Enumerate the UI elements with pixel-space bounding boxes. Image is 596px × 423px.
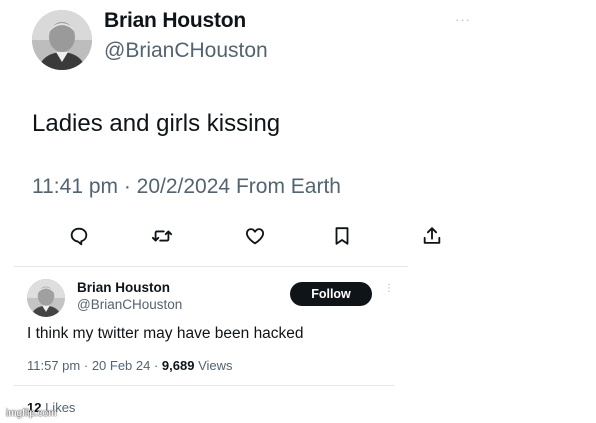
share-icon [423, 227, 441, 244]
bookmark-icon [335, 227, 349, 245]
avatar-photo [32, 10, 92, 70]
author-handle[interactable]: @BrianCHouston [104, 39, 268, 63]
more-options-icon[interactable]: ··· [455, 12, 471, 27]
tweet-source: From Earth [230, 175, 341, 198]
avatar-photo [27, 279, 65, 317]
reply-tweet-time[interactable]: 11:57 pm [27, 358, 80, 373]
reply-tweet-text: I think my twitter may have been hacked [27, 325, 304, 342]
author-name[interactable]: Brian Houston [104, 9, 246, 33]
divider [14, 385, 394, 386]
meta-separator: · [118, 175, 137, 198]
tweet-time[interactable]: 11:41 pm [32, 175, 118, 198]
retweet-button[interactable] [150, 224, 174, 248]
views-label: Views [194, 358, 233, 373]
like-button[interactable] [243, 224, 267, 248]
tweet-date[interactable]: 20/2/2024 [137, 175, 230, 198]
reply-author-avatar[interactable] [27, 279, 65, 317]
reply-author-name[interactable]: Brian Houston [77, 280, 170, 295]
reply-tweet-date[interactable]: 20 Feb 24 [92, 358, 151, 373]
views-count: 9,689 [161, 358, 195, 373]
reply-author-handle[interactable]: @BrianCHouston [77, 297, 182, 312]
retweet-icon [151, 230, 173, 242]
share-button[interactable] [420, 224, 444, 248]
reply-button[interactable] [67, 224, 91, 248]
meta-separator: · [150, 358, 162, 373]
bookmark-button[interactable] [330, 224, 354, 248]
tweet-text: Ladies and girls kissing [32, 110, 281, 137]
reply-icon [70, 227, 88, 246]
divider [14, 266, 408, 267]
reply-tweet-metadata: 11:57 pm · 20 Feb 24 · 9,689 Views [27, 358, 233, 373]
watermark: imgflip.com [6, 408, 57, 419]
tweet-metadata: 11:41 pm · 20/2/2024 From Earth [32, 175, 341, 199]
meta-separator: · [80, 358, 92, 373]
more-options-icon[interactable]: ⋮ [384, 284, 394, 294]
follow-button[interactable]: Follow [290, 282, 372, 306]
heart-icon [245, 228, 265, 245]
screenshot-page: Brian Houston @BrianCHouston ··· Ladies … [0, 0, 596, 423]
author-avatar[interactable] [32, 10, 92, 70]
